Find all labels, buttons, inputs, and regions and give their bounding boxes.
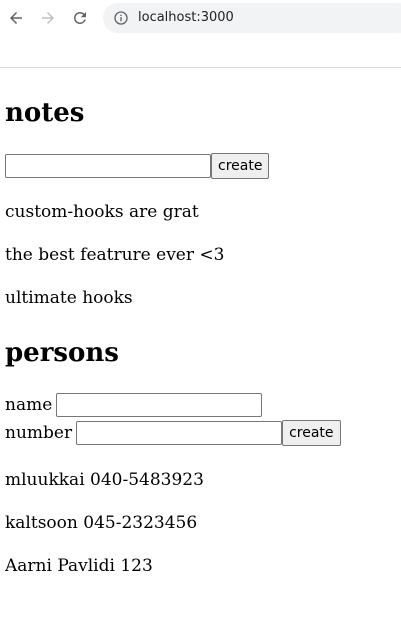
arrow-right-icon xyxy=(42,12,54,24)
person-item: mluukkai 040-5483923 xyxy=(5,470,204,490)
back-button[interactable] xyxy=(4,6,28,30)
name-input[interactable] xyxy=(56,393,263,417)
number-input[interactable] xyxy=(76,421,283,445)
url-text: localhost:3000 xyxy=(138,10,234,25)
note-input[interactable] xyxy=(5,154,211,178)
persons-heading: persons xyxy=(5,338,119,368)
info-icon[interactable] xyxy=(113,10,129,26)
reload-button[interactable] xyxy=(68,6,92,30)
person-number-row: number create xyxy=(5,420,341,446)
forward-button[interactable] xyxy=(36,6,60,30)
note-item: custom-hooks are grat xyxy=(5,202,199,222)
note-item: ultimate hooks xyxy=(5,288,133,308)
note-item: the best featrure ever <3 xyxy=(5,245,225,265)
person-name-row: name xyxy=(5,393,263,417)
note-form: create xyxy=(5,153,270,179)
notes-heading: notes xyxy=(5,98,85,128)
arrow-left-icon xyxy=(10,12,22,24)
reload-icon xyxy=(74,11,86,24)
create-person-button[interactable]: create xyxy=(282,420,341,446)
name-label: name xyxy=(5,395,53,415)
address-bar[interactable]: localhost:3000 xyxy=(103,3,401,33)
browser-toolbar: localhost:3000 xyxy=(0,0,401,68)
person-item: kaltsoon 045-2323456 xyxy=(5,513,198,533)
person-item: Aarni Pavlidi 123 xyxy=(5,556,153,576)
number-label: number xyxy=(5,423,73,443)
create-note-button[interactable]: create xyxy=(211,153,270,179)
